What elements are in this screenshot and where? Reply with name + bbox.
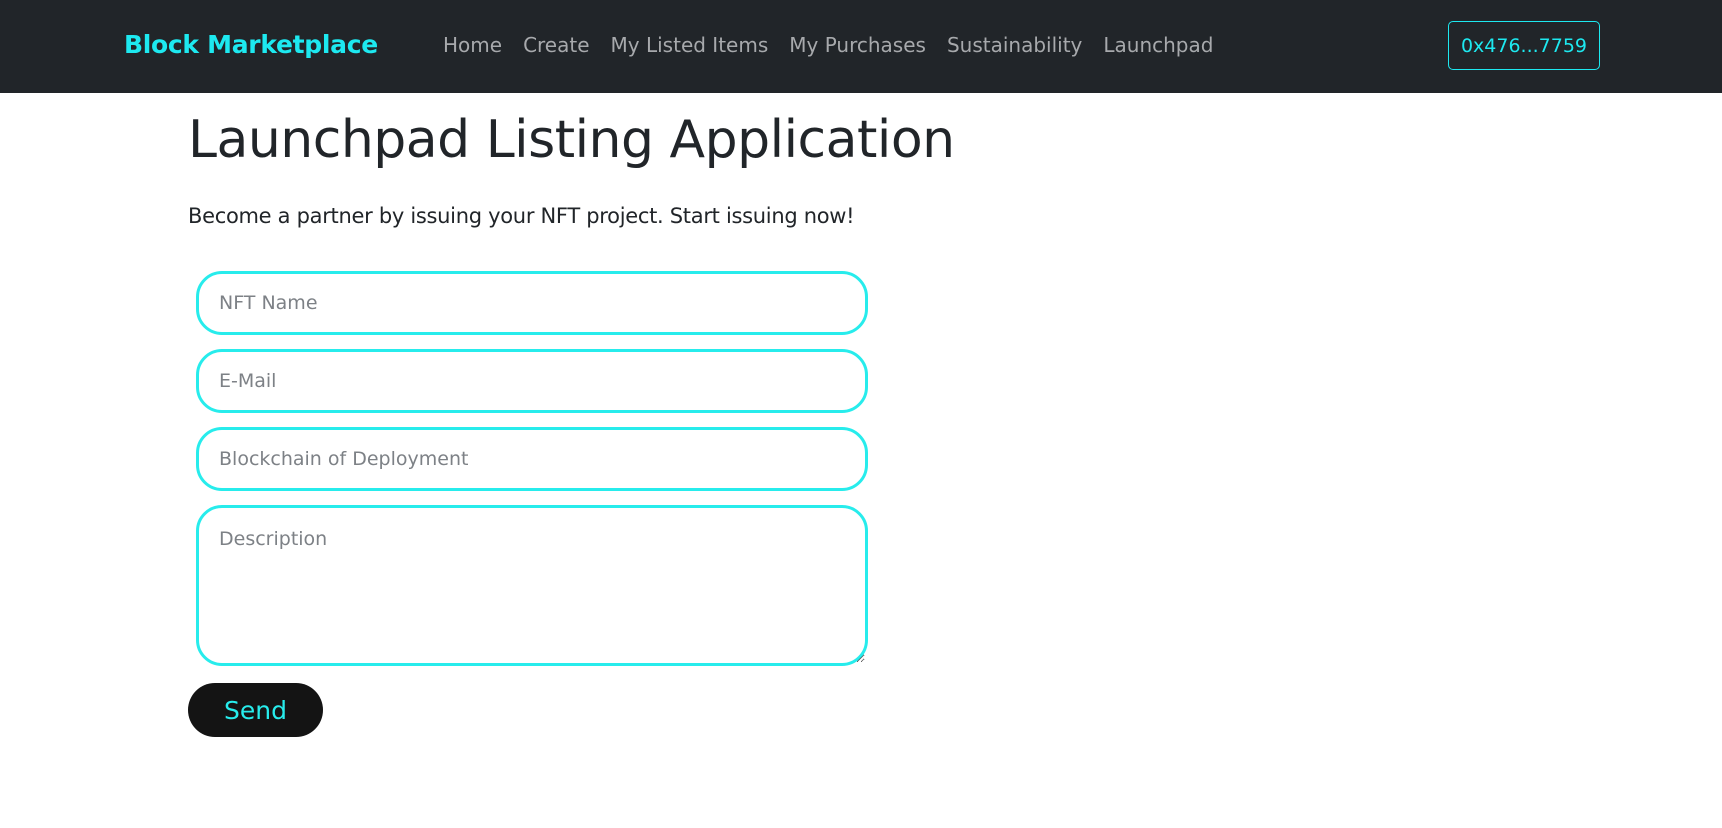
email-input[interactable] (196, 349, 868, 413)
nav-link-launchpad[interactable]: Launchpad (1103, 33, 1213, 57)
nav-link-sustainability[interactable]: Sustainability (947, 33, 1082, 57)
nft-name-input[interactable] (196, 271, 868, 335)
page-subtitle: Become a partner by issuing your NFT pro… (188, 204, 855, 228)
nav-links: Home Create My Listed Items My Purchases… (443, 33, 1213, 57)
nav-link-my-purchases[interactable]: My Purchases (789, 33, 926, 57)
navbar: Block Marketplace Home Create My Listed … (0, 0, 1722, 93)
page-title: Launchpad Listing Application (188, 110, 955, 170)
blockchain-input[interactable] (196, 427, 868, 491)
nav-link-my-listed-items[interactable]: My Listed Items (611, 33, 769, 57)
send-button[interactable]: Send (188, 683, 323, 737)
nav-link-home[interactable]: Home (443, 33, 502, 57)
brand-logo-link[interactable]: Block Marketplace (124, 30, 378, 59)
nav-link-create[interactable]: Create (523, 33, 589, 57)
description-textarea[interactable] (196, 505, 868, 666)
wallet-address-button[interactable]: 0x476...7759 (1448, 21, 1600, 70)
